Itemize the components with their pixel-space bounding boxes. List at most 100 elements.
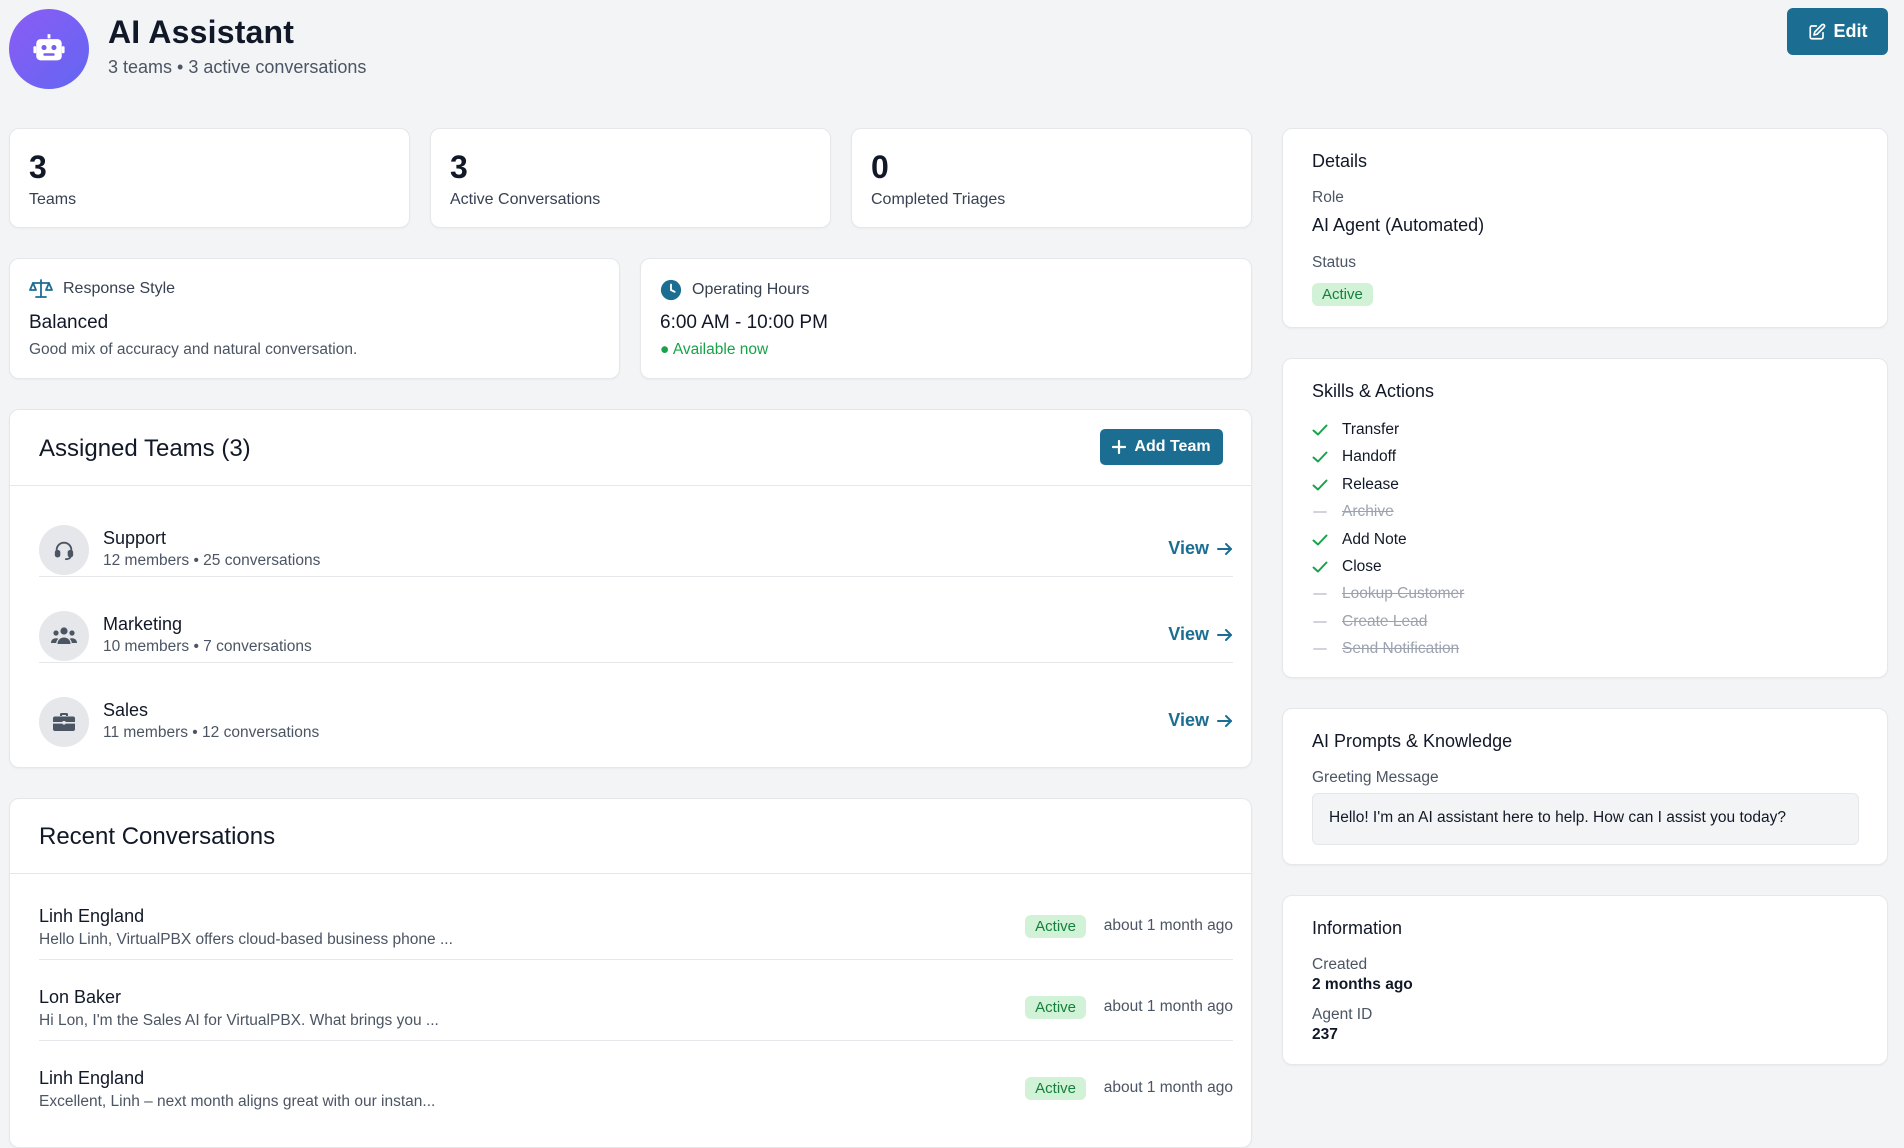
skill-item: Add Note: [1312, 531, 1407, 549]
details-card: Details Role AI Agent (Automated) Status…: [1282, 128, 1888, 328]
response-style-card: Response Style Balanced Good mix of accu…: [9, 258, 620, 379]
conversation-row[interactable]: Lon Baker Hi Lon, I'm the Sales AI for V…: [39, 975, 1233, 1056]
dash-icon: [1312, 647, 1328, 651]
recent-conversations-card: Recent Conversations Linh England Hello …: [9, 798, 1252, 1148]
conversation-time: about 1 month ago: [1103, 1079, 1233, 1096]
skills-card: Skills & Actions Transfer Handoff Release A…: [1282, 358, 1888, 678]
skill-label: Lookup Customer: [1342, 585, 1465, 603]
skill-item: Release: [1312, 476, 1399, 494]
skill-item: Lookup Customer: [1312, 585, 1464, 603]
edit-icon: [1808, 23, 1825, 40]
stat-label: Teams: [29, 191, 77, 208]
stat-value: 3: [29, 149, 47, 185]
information-card: Information Created 2 months ago Agent I…: [1282, 895, 1888, 1065]
arrow-right-icon: [1217, 542, 1232, 555]
status-badge: Active: [1312, 283, 1373, 306]
conversation-row[interactable]: Linh England Excellent, Linh – next mont…: [39, 1056, 1233, 1137]
stat-label: Completed Triages: [871, 191, 1006, 208]
team-meta: 11 members • 12 conversations: [103, 724, 320, 741]
view-team-link[interactable]: View: [1168, 624, 1233, 645]
team-row-support: Support 12 members • 25 conversations Vi…: [39, 508, 1233, 593]
add-team-button[interactable]: Add Team: [1100, 429, 1223, 465]
check-icon: [1312, 534, 1328, 546]
stat-card-teams: 3 Teams: [9, 128, 410, 228]
created-label: Created: [1312, 956, 1368, 973]
skill-label: Transfer: [1342, 421, 1400, 438]
status-badge: Active: [1025, 1077, 1086, 1100]
prompts-title: AI Prompts & Knowledge: [1312, 731, 1513, 751]
team-name: Sales: [103, 700, 149, 720]
skill-item: Handoff: [1312, 448, 1396, 466]
conversation-preview: Excellent, Linh – next month aligns grea…: [39, 1093, 436, 1110]
response-style-description: Good mix of accuracy and natural convers…: [29, 341, 358, 358]
conversation-row[interactable]: Linh England Hello Linh, VirtualPBX offe…: [39, 894, 1233, 975]
assigned-teams-title: Assigned Teams (3): [39, 435, 251, 462]
assigned-teams-card: Assigned Teams (3) Add Team Support 12 m…: [9, 409, 1252, 768]
greeting-label: Greeting Message: [1312, 769, 1439, 786]
arrow-right-icon: [1217, 628, 1232, 641]
stat-card-completed-triages: 0 Completed Triages: [851, 128, 1252, 228]
dash-icon: [1312, 620, 1328, 624]
team-name: Support: [103, 528, 167, 548]
conversation-contact: Lon Baker: [39, 987, 122, 1007]
skill-label: Close: [1342, 558, 1382, 575]
view-team-link[interactable]: View: [1168, 710, 1233, 731]
operating-hours-card: Operating Hours 6:00 AM - 10:00 PM ● Ava…: [640, 258, 1252, 379]
conversation-time: about 1 month ago: [1103, 917, 1233, 934]
status-badge: Active: [1025, 996, 1086, 1019]
skill-label: Archive: [1342, 503, 1394, 521]
section-divider: [10, 873, 1251, 874]
check-icon: [1312, 424, 1328, 436]
check-icon: [1312, 479, 1328, 491]
skill-label: Add Note: [1342, 530, 1407, 548]
agent-id-label: Agent ID: [1312, 1006, 1373, 1023]
response-style-heading: Response Style: [63, 280, 176, 297]
page-subtitle: 3 teams • 3 active conversations: [108, 57, 367, 77]
operating-hours-heading: Operating Hours: [692, 281, 810, 298]
skill-item: Close: [1312, 558, 1382, 576]
check-icon: [1312, 561, 1328, 573]
prompts-card: AI Prompts & Knowledge Greeting Message …: [1282, 708, 1888, 865]
team-meta: 10 members • 7 conversations: [103, 638, 312, 655]
conversation-preview: Hi Lon, I'm the Sales AI for VirtualPBX.…: [39, 1012, 439, 1029]
page-title: AI Assistant: [108, 14, 295, 50]
scale-icon: [29, 279, 53, 298]
status-label: Status: [1312, 254, 1356, 271]
team-name: Marketing: [103, 614, 183, 634]
clock-icon: [660, 279, 682, 301]
robot-icon: [33, 34, 65, 61]
add-team-label: Add Team: [1134, 438, 1211, 455]
skill-label: Handoff: [1342, 448, 1397, 466]
role-label: Role: [1312, 189, 1344, 206]
skill-label: Release: [1342, 475, 1399, 493]
view-team-link[interactable]: View: [1168, 538, 1233, 559]
plus-icon: [1112, 440, 1127, 454]
details-title: Details: [1312, 151, 1368, 171]
stat-value: 0: [871, 149, 889, 185]
team-row-sales: Sales 11 members • 12 conversations View: [39, 680, 1233, 765]
skills-title: Skills & Actions: [1312, 381, 1435, 401]
information-title: Information: [1312, 918, 1403, 938]
view-label: View: [1168, 710, 1209, 730]
greeting-message-box: Hello! I'm an AI assistant here to help.…: [1312, 793, 1859, 845]
skill-item: Send Notification: [1312, 640, 1459, 658]
availability-status: ● Available now: [660, 341, 769, 358]
users-icon: [51, 627, 77, 644]
conversation-contact: Linh England: [39, 1068, 145, 1088]
section-divider: [10, 485, 1251, 486]
skill-label: Send Notification: [1342, 640, 1460, 658]
role-value: AI Agent (Automated): [1312, 215, 1485, 235]
conversation-contact: Linh England: [39, 906, 145, 926]
view-label: View: [1168, 624, 1209, 644]
status-badge: Active: [1025, 915, 1086, 938]
arrow-right-icon: [1217, 714, 1232, 727]
team-meta: 12 members • 25 conversations: [103, 552, 321, 569]
dash-icon: [1312, 510, 1328, 514]
agent-avatar: [9, 9, 89, 89]
dash-icon: [1312, 592, 1328, 596]
headset-icon: [54, 541, 74, 561]
skill-item: Transfer: [1312, 421, 1399, 439]
edit-button[interactable]: Edit: [1787, 8, 1888, 55]
edit-button-label: Edit: [1833, 21, 1868, 41]
skill-item: Archive: [1312, 503, 1394, 521]
